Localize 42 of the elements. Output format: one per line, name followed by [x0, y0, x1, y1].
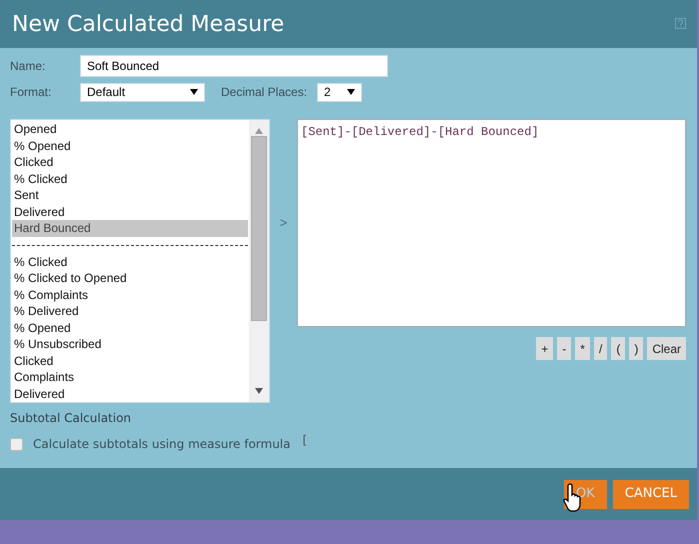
format-label: Format: — [10, 84, 52, 101]
list-item[interactable]: % Clicked — [12, 254, 248, 270]
dropdown-arrow-icon — [190, 89, 198, 95]
checkbox-label: Calculate subtotals using measure formula — [33, 436, 290, 453]
list-item[interactable]: % Complaints — [12, 286, 248, 303]
name-field[interactable]: Soft Bounced — [80, 55, 388, 77]
scroll-up-icon[interactable] — [255, 128, 263, 134]
bracket-text: [ — [302, 432, 308, 449]
list-item[interactable]: Hard Bounced — [12, 220, 248, 236]
operator-button[interactable]: ) — [629, 337, 644, 360]
scrollbar-thumb[interactable] — [251, 136, 267, 321]
operator-button[interactable]: * — [575, 337, 590, 360]
list-item[interactable]: Clicked — [12, 352, 248, 369]
operator-button[interactable]: ( — [611, 337, 626, 360]
list-item[interactable]: % Opened — [12, 320, 248, 336]
list-item[interactable]: % Clicked — [12, 170, 248, 187]
list-item[interactable]: % Opened — [12, 138, 248, 154]
list-item[interactable]: Delivered — [12, 386, 248, 402]
list-item[interactable]: % Delivered — [12, 303, 248, 320]
formula-field[interactable]: [Sent]-[Delivered]-[Hard Bounced] — [297, 119, 686, 327]
checkbox[interactable] — [10, 438, 23, 450]
list-item[interactable]: Complaints — [12, 369, 248, 386]
list-item[interactable]: Sent — [12, 187, 248, 204]
scrollbar[interactable] — [249, 120, 269, 402]
list-item[interactable]: Clicked — [12, 154, 248, 170]
list-item[interactable]: % Unsubscribed — [12, 336, 248, 352]
section-heading: Subtotal Calculation — [10, 410, 132, 427]
help-icon[interactable] — [675, 18, 687, 30]
dropdown-arrow-icon — [347, 89, 356, 95]
list-item[interactable]: % Clicked to Opened — [12, 270, 248, 286]
list-item[interactable]: Delivered — [12, 204, 248, 220]
format-dropdown[interactable]: Default — [80, 82, 205, 102]
operator-button[interactable]: + — [536, 337, 554, 360]
operator-button[interactable]: / — [594, 337, 608, 360]
decimal-places-label: Decimal Places: — [221, 84, 308, 101]
decimal-places-dropdown[interactable]: 2 — [317, 82, 362, 102]
list-item[interactable]: Opened — [12, 121, 248, 138]
operator-button[interactable]: - — [557, 337, 572, 360]
name-label: Name: — [10, 58, 46, 75]
dialog-title: New Calculated Measure — [12, 10, 284, 38]
scroll-down-icon[interactable] — [255, 388, 263, 394]
operator-button[interactable]: Clear — [647, 337, 686, 360]
